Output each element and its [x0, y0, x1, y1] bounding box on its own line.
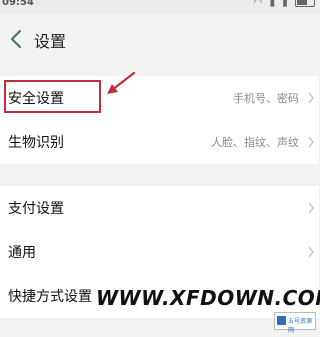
logo-mark-icon	[277, 316, 286, 325]
settings-row-payment[interactable]: 支付设置	[0, 186, 319, 230]
security-value: 手机号、密码	[233, 92, 299, 105]
chevron-right-icon	[308, 92, 314, 104]
status-bar: 09:54 ◠ ▮ ▮	[0, 0, 319, 14]
settings-row-general[interactable]: 通用	[0, 230, 319, 274]
shortcut-label: 快捷方式设置	[8, 289, 92, 305]
biometric-label: 生物识别	[8, 135, 64, 151]
header: 设置	[0, 14, 319, 66]
chevron-right-icon	[308, 246, 314, 258]
wifi-icon: ◠	[253, 0, 265, 9]
chevron-right-icon	[308, 202, 314, 214]
chevron-right-icon	[308, 136, 314, 148]
status-icons: ◠ ▮ ▮	[254, 0, 315, 9]
signal-icon: ▮	[269, 0, 278, 9]
general-label: 通用	[8, 245, 36, 261]
settings-row-biometric[interactable]: 生物识别 人脸、指纹、声纹	[0, 120, 319, 164]
back-arrow-icon[interactable]	[6, 26, 28, 52]
signal-icon-2: ▮	[282, 0, 290, 9]
watermark-logo: 五号资源网	[274, 312, 316, 334]
status-time: 09:54	[2, 0, 34, 8]
page-title: 设置	[34, 32, 67, 51]
logo-text: 五号资源网	[288, 318, 313, 334]
watermark-text: WWW.XFDOWN.COM	[96, 286, 320, 310]
payment-label: 支付设置	[8, 201, 64, 217]
battery-icon	[295, 0, 315, 7]
highlight-box	[4, 80, 101, 113]
biometric-value: 人脸、指纹、声纹	[211, 136, 299, 149]
pointer-arrow-icon	[107, 71, 136, 94]
